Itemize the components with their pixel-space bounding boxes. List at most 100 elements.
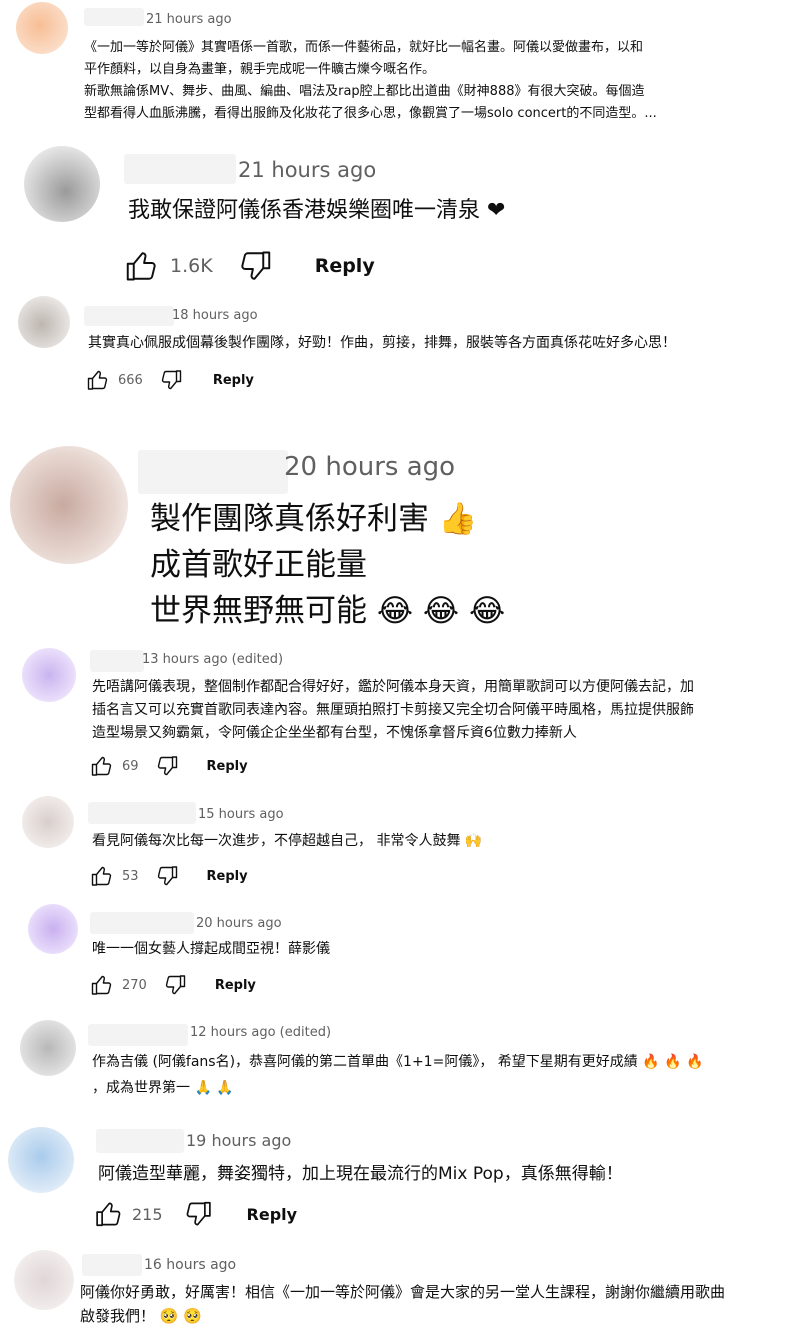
comment-text: 阿儀你好勇敢，好厲害！相信《一加一等於阿儀》會是大家的另一堂人生課程，謝謝你繼續…: [80, 1280, 725, 1328]
like-button[interactable]: [90, 864, 114, 888]
comment-line: 啟發我們！ 🥺 🥺: [80, 1307, 202, 1325]
like-count: 215: [132, 1204, 163, 1224]
avatar[interactable]: [8, 1127, 74, 1193]
comment-actions: 666 Reply: [86, 368, 254, 392]
thumbs-up-icon: [87, 370, 108, 390]
reply-button[interactable]: Reply: [207, 869, 248, 884]
comment-text: 《一加一等於阿儀》其實唔係一首歌，而係一件藝術品，就好比一幅名畫。阿儀以愛做畫布…: [84, 37, 657, 125]
username-redacted[interactable]: [96, 1129, 184, 1153]
comment-line: 型都看得人血脈沸騰，看得出服飾及化妝花了很多心思，像觀賞了一場solo conc…: [84, 106, 657, 121]
comment-actions: 53 Reply: [90, 864, 248, 888]
reply-button[interactable]: Reply: [215, 978, 256, 993]
avatar[interactable]: [28, 904, 78, 954]
comment-text: 我敢保證阿儀係香港娛樂圈唯一清泉 ❤: [128, 194, 505, 228]
comment: 21 hours ago 我敢保證阿儀係香港娛樂圈唯一清泉 ❤ 1.6K Rep…: [0, 140, 800, 290]
like-count: 1.6K: [170, 255, 213, 277]
thumbs-up-icon: [126, 252, 156, 281]
comment-timestamp[interactable]: 12 hours ago (edited): [190, 1025, 331, 1040]
comment-line: 成首歌好正能量: [150, 547, 367, 583]
like-count: 270: [122, 977, 147, 993]
thumbs-down-icon: [165, 975, 186, 995]
avatar[interactable]: [24, 146, 100, 222]
comment-line: 阿儀你好勇敢，好厲害！相信《一加一等於阿儀》會是大家的另一堂人生課程，謝謝你繼續…: [80, 1283, 726, 1301]
comment-line: 新歌無論係MV、舞步、曲風、編曲、唱法及rap腔上都比出道曲《財神888》有很大…: [84, 84, 645, 99]
comment-text: 其實真心佩服成個幕後製作團隊，好勁！作曲，剪接，排舞，服裝等各方面真係花咗好多心…: [88, 332, 676, 354]
comment-line: 其實真心佩服成個幕後製作團隊，好勁！作曲，剪接，排舞，服裝等各方面真係花咗好多心…: [88, 335, 676, 351]
comment-line: ，成為世界第一 🙏 🙏: [92, 1080, 234, 1096]
comment-line: 世界無野無可能 😂 😂 😂: [150, 593, 506, 629]
reply-button[interactable]: Reply: [207, 759, 248, 774]
thumbs-down-icon: [161, 370, 182, 390]
comment-text: 看見阿儀每次比每一次進步，不停超越自己， 非常令人鼓舞 🙌: [92, 830, 482, 852]
username-redacted[interactable]: [88, 1024, 188, 1046]
like-count: 666: [118, 372, 143, 388]
comment-line: 造型場景又夠霸氣，令阿儀企企坐坐都有台型，不愧係拿督斥資6位數力捧新人: [92, 725, 577, 741]
username-redacted[interactable]: [84, 8, 144, 26]
avatar[interactable]: [20, 1020, 76, 1076]
comment-timestamp[interactable]: 18 hours ago: [172, 308, 258, 323]
dislike-button[interactable]: [183, 1199, 213, 1229]
username-redacted[interactable]: [138, 450, 288, 494]
comment-timestamp[interactable]: 20 hours ago: [196, 916, 282, 931]
comment-line: 看見阿儀每次比每一次進步，不停超越自己， 非常令人鼓舞 🙌: [92, 833, 483, 849]
comment-timestamp[interactable]: 16 hours ago: [144, 1257, 236, 1273]
thumbs-up-icon: [91, 756, 112, 776]
comment-timestamp[interactable]: 13 hours ago (edited): [142, 652, 283, 667]
like-count: 53: [122, 868, 139, 884]
comment-timestamp[interactable]: 20 hours ago: [284, 452, 455, 482]
comment-line: 先唔講阿儀表現，整個制作都配合得好好，鑑於阿儀本身天資，用簡單歌詞可以方便阿儀去…: [92, 679, 694, 695]
dislike-button[interactable]: [159, 368, 183, 392]
comment-timestamp[interactable]: 21 hours ago: [238, 158, 376, 182]
comment: 20 hours ago 製作團隊真係好利害 👍 成首歌好正能量 世界無野無可能…: [0, 440, 800, 640]
comment-text: 阿儀造型華麗，舞姿獨特，加上現在最流行的Mix Pop，真係無得輸！: [98, 1161, 623, 1187]
reply-button[interactable]: Reply: [213, 373, 254, 388]
like-button[interactable]: [90, 754, 114, 778]
comment: 21 hours ago 《一加一等於阿儀》其實唔係一首歌，而係一件藝術品，就好…: [0, 0, 800, 130]
comment: 16 hours ago 阿儀你好勇敢，好厲害！相信《一加一等於阿儀》會是大家的…: [0, 1240, 800, 1335]
avatar[interactable]: [22, 796, 74, 848]
comment-text: 先唔講阿儀表現，整個制作都配合得好好，鑑於阿儀本身天資，用簡單歌詞可以方便阿儀去…: [92, 676, 694, 745]
avatar[interactable]: [10, 446, 128, 564]
comment-line: 插名言又可以充實首歌同表達內容。無厘頭拍照打卡剪接又完全切合阿儀平時風格，馬拉提…: [92, 702, 694, 718]
dislike-button[interactable]: [155, 864, 179, 888]
username-redacted[interactable]: [84, 306, 174, 326]
reply-button[interactable]: Reply: [247, 1205, 298, 1224]
comment-actions: 215 Reply: [94, 1199, 297, 1229]
comment-text: 作為吉儀 (阿儀fans名)，恭喜阿儀的第二首單曲《1+1=阿儀》， 希望下星期…: [92, 1049, 703, 1101]
comment-text: 唯一一個女藝人撐起成間亞視！薛影儀: [92, 938, 330, 960]
comment-line: 我敢保證阿儀係香港娛樂圈唯一清泉 ❤: [128, 198, 506, 223]
username-redacted[interactable]: [82, 1254, 142, 1276]
comment-timestamp[interactable]: 19 hours ago: [186, 1131, 291, 1150]
username-redacted[interactable]: [124, 154, 236, 184]
like-button[interactable]: [94, 1199, 124, 1229]
username-redacted[interactable]: [88, 802, 196, 824]
comment: 19 hours ago 阿儀造型華麗，舞姿獨特，加上現在最流行的Mix Pop…: [0, 1115, 800, 1240]
like-button[interactable]: [90, 973, 114, 997]
comment-actions: 270 Reply: [90, 973, 256, 997]
dislike-button[interactable]: [155, 754, 179, 778]
username-redacted[interactable]: [90, 912, 194, 934]
thumbs-down-icon: [157, 756, 177, 776]
thumbs-down-icon: [157, 866, 177, 886]
avatar[interactable]: [22, 648, 76, 702]
comment-line: 作為吉儀 (阿儀fans名)，恭喜阿儀的第二首單曲《1+1=阿儀》， 希望下星期…: [92, 1054, 704, 1070]
comment-timestamp[interactable]: 15 hours ago: [198, 807, 284, 822]
comment-line: 平作顏料，以自身為畫筆，親手完成呢一件曠古爍今嘅名作。: [84, 62, 436, 77]
thumbs-down-icon: [241, 251, 270, 280]
username-redacted[interactable]: [90, 650, 144, 672]
thumbs-up-icon: [91, 866, 112, 886]
comment: 15 hours ago 看見阿儀每次比每一次進步，不停超越自己， 非常令人鼓舞…: [0, 790, 800, 900]
reply-button[interactable]: Reply: [315, 255, 375, 277]
comment-timestamp[interactable]: 21 hours ago: [146, 12, 232, 27]
avatar[interactable]: [18, 296, 70, 348]
comment-line: 阿儀造型華麗，舞姿獨特，加上現在最流行的Mix Pop，真係無得輸！: [98, 1164, 623, 1184]
like-button[interactable]: [86, 368, 110, 392]
dislike-button[interactable]: [237, 248, 273, 284]
dislike-button[interactable]: [163, 973, 187, 997]
avatar[interactable]: [16, 2, 68, 54]
avatar[interactable]: [14, 1250, 74, 1310]
thumbs-down-icon: [186, 1201, 211, 1226]
thumbs-up-icon: [96, 1202, 121, 1227]
comment-actions: 1.6K Reply: [124, 248, 375, 284]
like-button[interactable]: [124, 248, 160, 284]
